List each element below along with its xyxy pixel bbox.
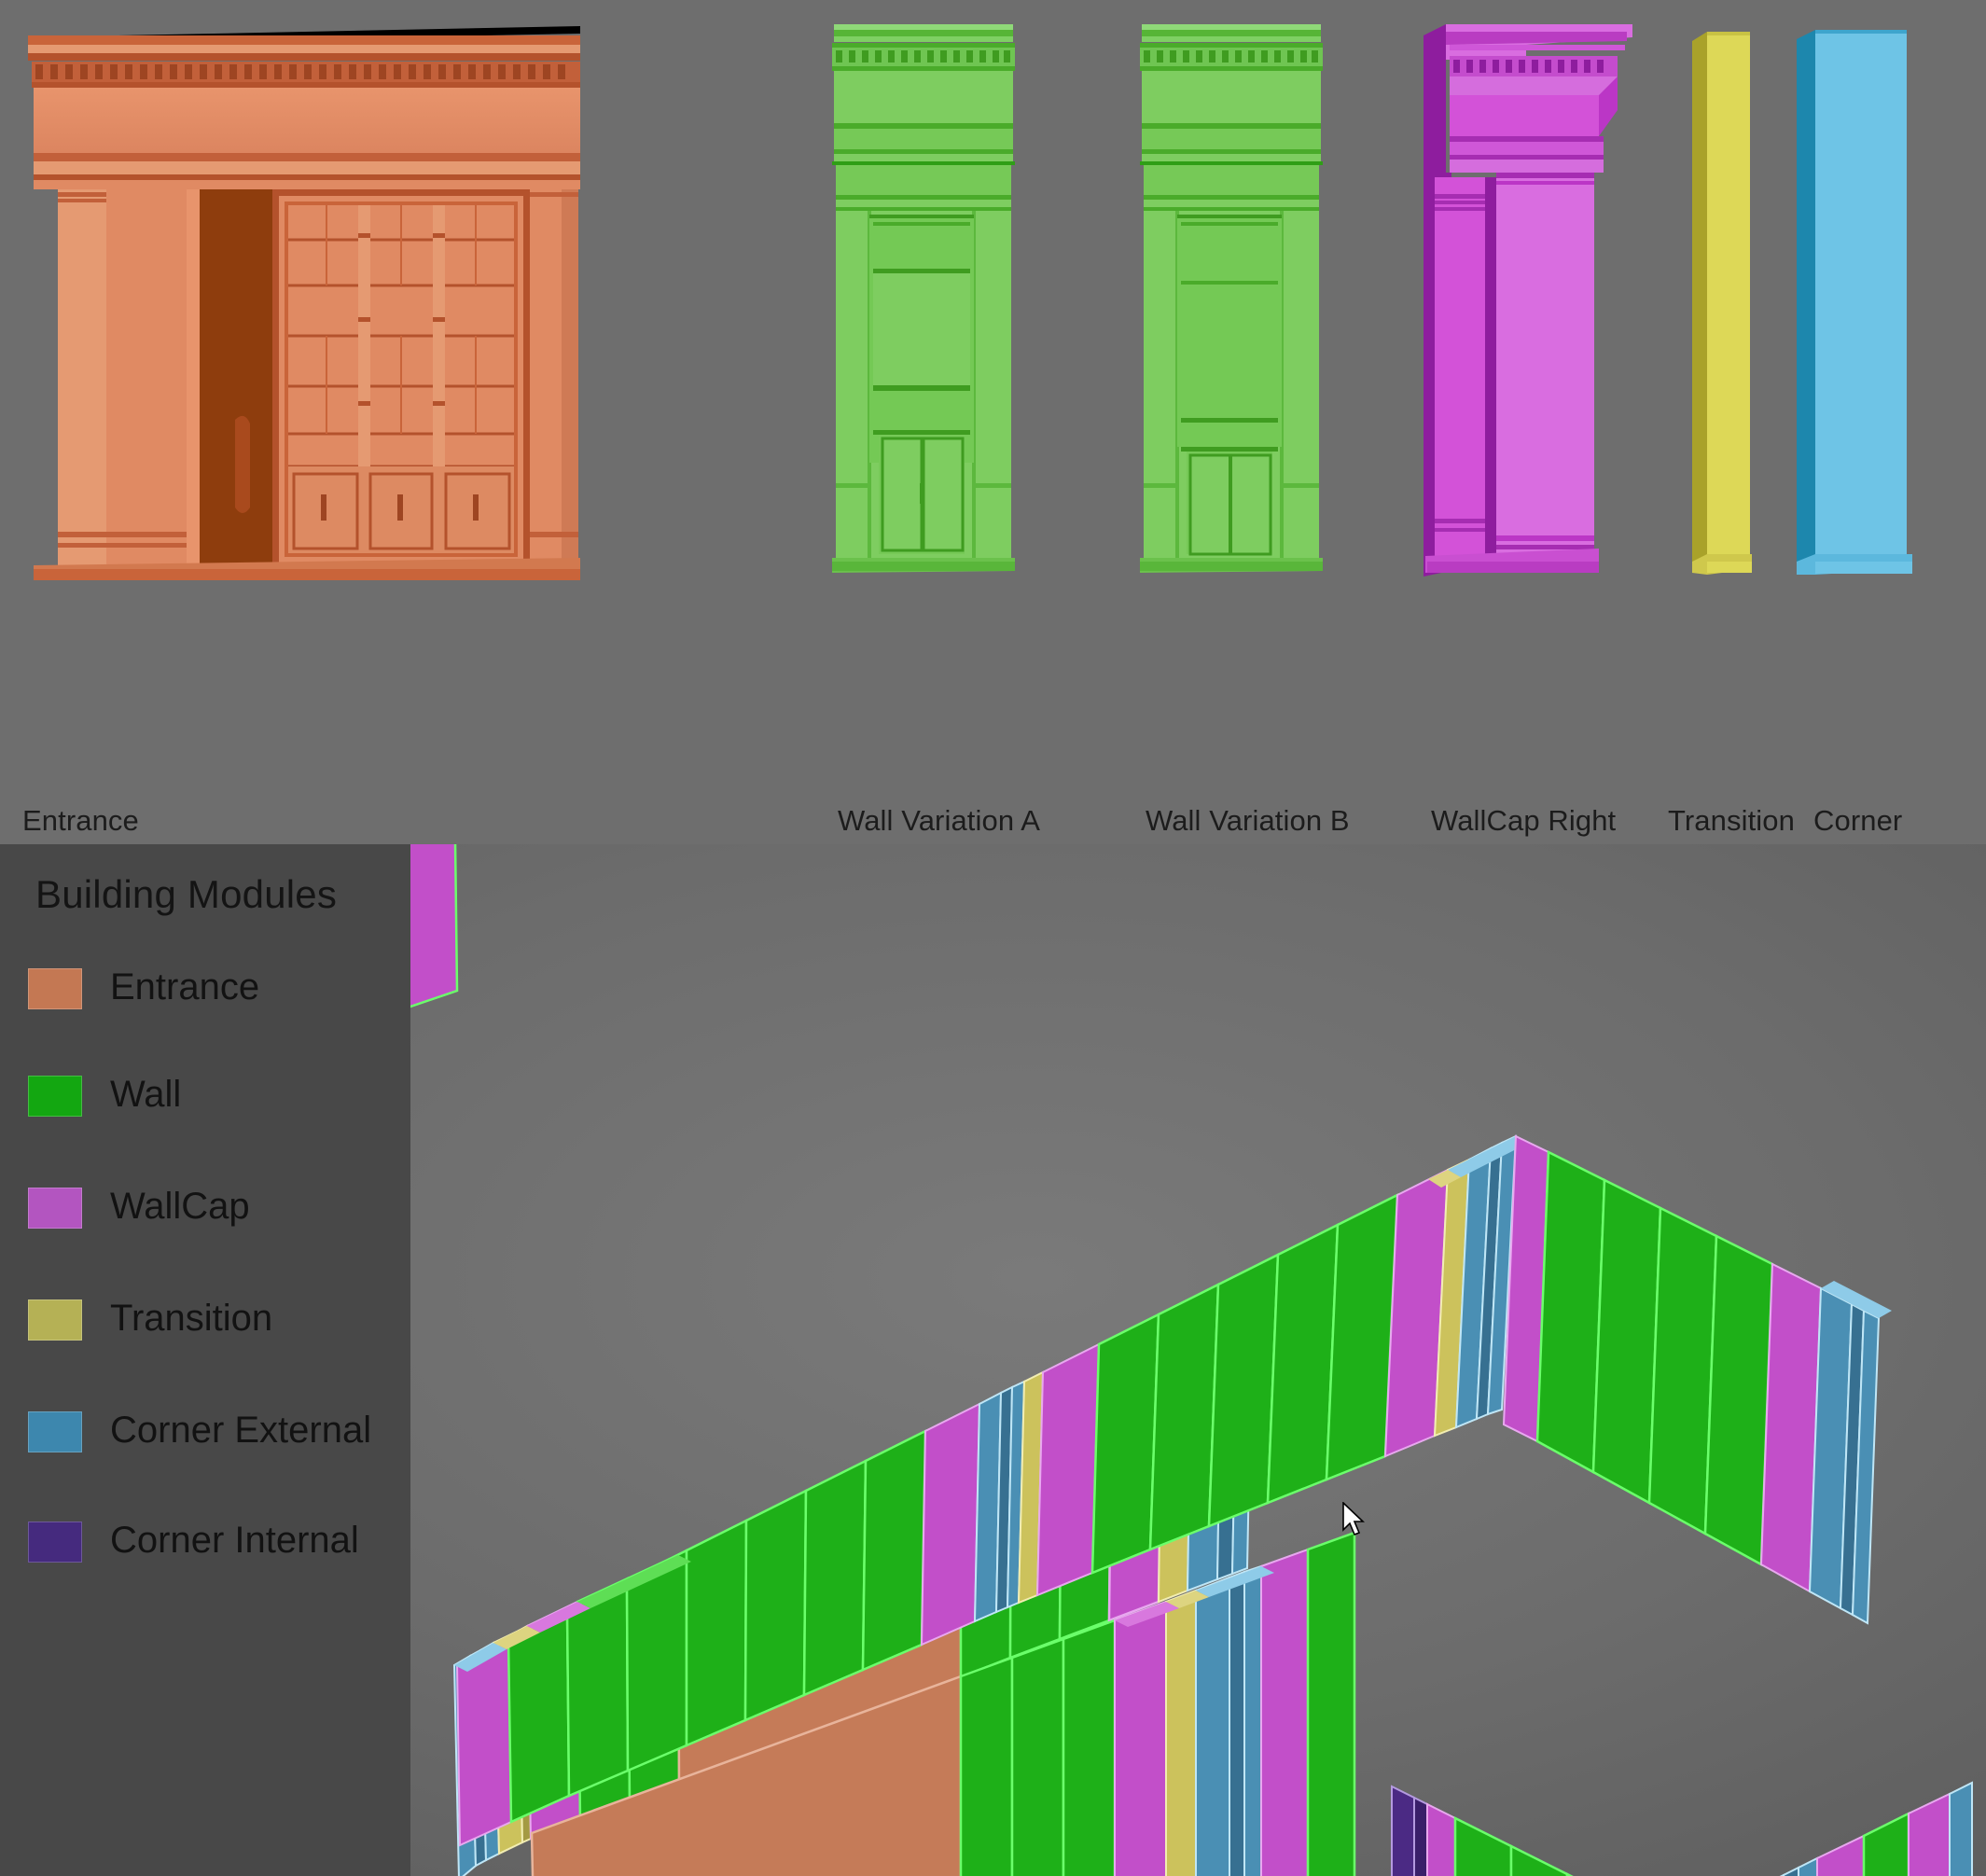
legend-title: Building Modules [35,872,338,916]
legend-swatch-wall [28,1076,82,1117]
module-corner[interactable] [1791,22,1922,582]
legend-swatch-entrance [28,968,82,1009]
module-wall-variation-a[interactable] [830,17,1017,577]
module-entrance[interactable] [21,9,590,583]
module-transition[interactable] [1687,22,1761,582]
module-label-corner: Corner [1813,804,1903,837]
legend-label-corner-internal: Corner Internal [110,1520,359,1561]
legend-label-entrance: Entrance [110,966,260,1007]
app-root: Entrance Wall Variation A Wall Variation… [0,0,1986,1876]
module-sheet-panel: Entrance Wall Variation A Wall Variation… [0,0,1986,844]
module-label-entrance: Entrance [22,804,139,837]
legend-panel: Building Modules Entrance Wall WallCap T… [0,844,410,1876]
legend-swatch-corner-external [28,1411,82,1452]
module-label-wall-variation-b: Wall Variation B [1146,804,1350,837]
legend-swatch-corner-internal [28,1522,82,1563]
legend-swatch-wallcap [28,1188,82,1229]
module-wall-variation-b[interactable] [1138,17,1325,577]
legend-label-transition: Transition [110,1298,273,1339]
legend-swatch-transition [28,1299,82,1341]
module-label-transition: Transition [1668,804,1795,837]
module-label-wall-variation-a: Wall Variation A [838,804,1040,837]
legend-label-wallcap: WallCap [110,1186,250,1227]
legend-label-wall: Wall [110,1074,182,1115]
module-label-wallcap-right: WallCap Right [1431,804,1617,837]
module-wallcap-right[interactable] [1416,17,1640,586]
legend-label-corner-external: Corner External [110,1410,372,1451]
